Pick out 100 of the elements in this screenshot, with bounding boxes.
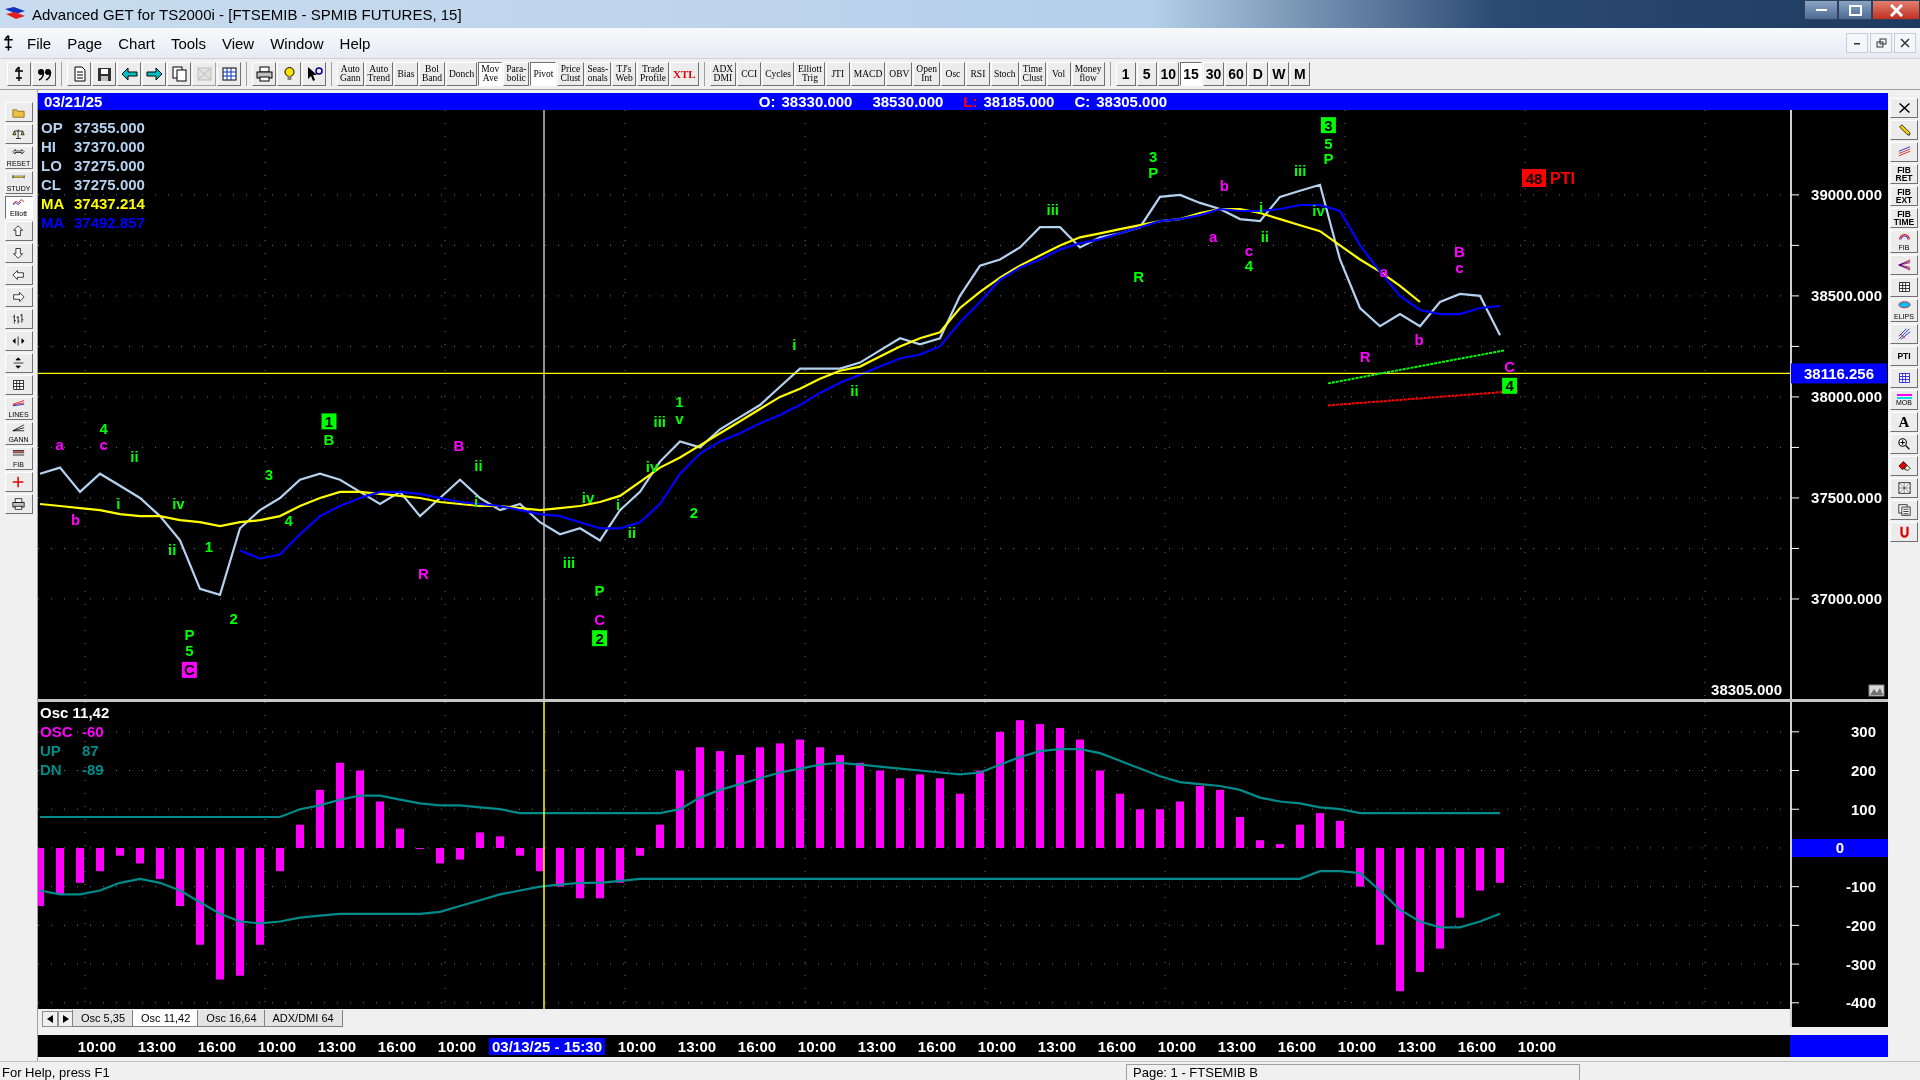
indicator-tab[interactable]: ADX/DMI 64	[263, 1010, 343, 1027]
sidebar-printer-button[interactable]	[4, 494, 33, 514]
indicator-tab[interactable]: Osc 16,64	[197, 1010, 266, 1027]
overlay-tool-button[interactable]: Auto Gann	[337, 62, 364, 86]
menu-item[interactable]: Page	[60, 31, 110, 55]
overlay-tool-button[interactable]: Para- bolic	[503, 62, 530, 86]
document-restore-button[interactable]	[1870, 33, 1892, 53]
indicator-tool-button[interactable]: Vol	[1046, 62, 1071, 86]
indicator-tool-button[interactable]: Open Int	[913, 62, 940, 86]
document-close-button[interactable]	[1894, 33, 1916, 53]
drawing-grid-button[interactable]	[1890, 277, 1918, 297]
indicator-tool-button[interactable]: Money flow	[1071, 62, 1105, 86]
indicator-tool-button[interactable]: Cycles	[762, 62, 794, 86]
sidebar-arrow-up-button[interactable]	[4, 221, 33, 241]
sidebar-arrow-down-button[interactable]	[4, 243, 33, 263]
indicator-tool-button[interactable]: Elliott Trig	[795, 62, 825, 86]
overlay-tool-button[interactable]: TJ's Web	[612, 62, 637, 86]
drawing-tool-button[interactable]: FIB RET	[1890, 164, 1918, 184]
sidebar-crosshair-button[interactable]	[4, 472, 33, 492]
arrow-left-button[interactable]	[117, 62, 141, 86]
sidebar-folder-button[interactable]	[4, 102, 33, 122]
interval-button[interactable]: 15	[1180, 62, 1202, 86]
overlay-tool-button[interactable]: Trade Profile	[637, 62, 669, 86]
drawing-tool-button[interactable]: PTI	[1890, 346, 1918, 366]
drawing-eraser-button[interactable]	[1890, 456, 1918, 476]
interval-button[interactable]: 30	[1202, 62, 1225, 86]
overlay-tool-button[interactable]: XTL	[669, 62, 699, 86]
drawing-pencil-button[interactable]	[1890, 120, 1918, 140]
wave-label: 3	[1149, 148, 1158, 166]
interval-button[interactable]: M	[1289, 62, 1310, 86]
indicator-tool-button[interactable]: OBV	[886, 62, 913, 86]
menu-item[interactable]: Window	[263, 31, 331, 55]
indicator-tool-button[interactable]: ADX DMI	[709, 62, 737, 86]
drawing-pattern-button[interactable]	[1890, 478, 1918, 498]
indicator-tool-button[interactable]: MACD	[850, 62, 886, 86]
pages-button[interactable]	[167, 62, 191, 86]
indicator-tool-button[interactable]: Osc	[940, 62, 965, 86]
bulb-button[interactable]	[277, 62, 301, 86]
arrow-right-button[interactable]	[142, 62, 166, 86]
interval-button[interactable]: D	[1247, 62, 1268, 86]
drawing-tool-button[interactable]: A	[1890, 412, 1918, 432]
overlay-tool-button[interactable]: Donch	[446, 62, 478, 86]
sidebar-grid-button[interactable]	[4, 375, 33, 395]
overlay-tool-button[interactable]: Mov Ave	[478, 62, 503, 86]
printer-button[interactable]	[252, 62, 276, 86]
overlay-tool-button[interactable]: Bol Band	[418, 62, 445, 86]
indicator-tool-button[interactable]: JTI	[825, 62, 850, 86]
menu-item[interactable]: View	[214, 31, 262, 55]
sidebar-scales-button[interactable]	[4, 124, 33, 144]
overlay-tool-button[interactable]: Price Clust	[557, 62, 584, 86]
interval-button[interactable]: 5	[1136, 62, 1157, 86]
drawing-tool-button[interactable]: FIB EXT	[1890, 186, 1918, 206]
menu-item[interactable]: Tools	[163, 31, 213, 55]
indicator-tool-button[interactable]: CCI	[737, 62, 762, 86]
interval-button[interactable]: 60	[1225, 62, 1247, 86]
drawing-tool-button[interactable]: FIB TIME	[1890, 208, 1918, 228]
grid-button[interactable]	[217, 62, 241, 86]
menu-item[interactable]: File	[20, 31, 59, 55]
overlay-tool-button[interactable]: Seas- onals	[584, 62, 612, 86]
indicator-tool-button[interactable]: Stoch	[990, 62, 1019, 86]
arrow-right-icon	[10, 291, 27, 303]
floppy-button[interactable]	[92, 62, 116, 86]
overlay-tool-button[interactable]: Auto Trend	[364, 62, 393, 86]
scroll-left-button[interactable]	[42, 1011, 58, 1027]
sidebar-expand-button[interactable]	[4, 331, 33, 351]
close-button[interactable]	[1872, 0, 1920, 20]
drawing-magnet-button[interactable]	[1890, 522, 1918, 542]
quote-button[interactable]	[32, 62, 56, 86]
page-button[interactable]	[67, 62, 91, 86]
drawing-parallel-lines-button[interactable]	[1890, 142, 1918, 162]
interval-button[interactable]: 10	[1157, 62, 1180, 86]
drawing-close-button[interactable]	[1890, 98, 1918, 118]
indicator-tab[interactable]: Osc 11,42	[132, 1010, 200, 1027]
sidebar-arrow-right-button[interactable]	[4, 287, 33, 307]
sidebar-compress-button[interactable]	[4, 353, 33, 373]
drawing-zoom-button[interactable]	[1890, 434, 1918, 454]
pointer-button[interactable]	[302, 62, 326, 86]
indicator-tool-button[interactable]: Time Clust	[1019, 62, 1046, 86]
legend-value: 37355.000	[74, 119, 145, 136]
document-minimize-button[interactable]	[1846, 33, 1868, 53]
time-label: 10:00	[1516, 1037, 1558, 1055]
interval-button[interactable]: W	[1268, 62, 1289, 86]
overlay-tool-button[interactable]: Pivot	[530, 62, 557, 86]
menu-item[interactable]: Chart	[111, 31, 162, 55]
wave-label: C	[594, 611, 605, 629]
menu-item[interactable]: Help	[332, 31, 378, 55]
drawing-fan-button[interactable]	[1890, 255, 1918, 275]
indicator-tab[interactable]: Osc 5,35	[72, 1010, 135, 1027]
interval-button[interactable]: 1	[1115, 62, 1136, 86]
cursor-button[interactable]	[7, 62, 31, 86]
maximize-button[interactable]	[1838, 0, 1872, 20]
indicator-tool-button[interactable]: RSI	[965, 62, 990, 86]
sidebar-arrow-left-button[interactable]	[4, 265, 33, 285]
drawing-pages-button[interactable]	[1890, 500, 1918, 520]
sidebar-bars-button[interactable]	[4, 309, 33, 329]
minimize-button[interactable]	[1804, 0, 1838, 20]
overlay-tool-button[interactable]: Bias	[393, 62, 418, 86]
drawing-table-button[interactable]	[1890, 368, 1918, 388]
drawing-pitchfork-button[interactable]	[1890, 324, 1918, 344]
arrow-left-icon	[120, 66, 138, 82]
